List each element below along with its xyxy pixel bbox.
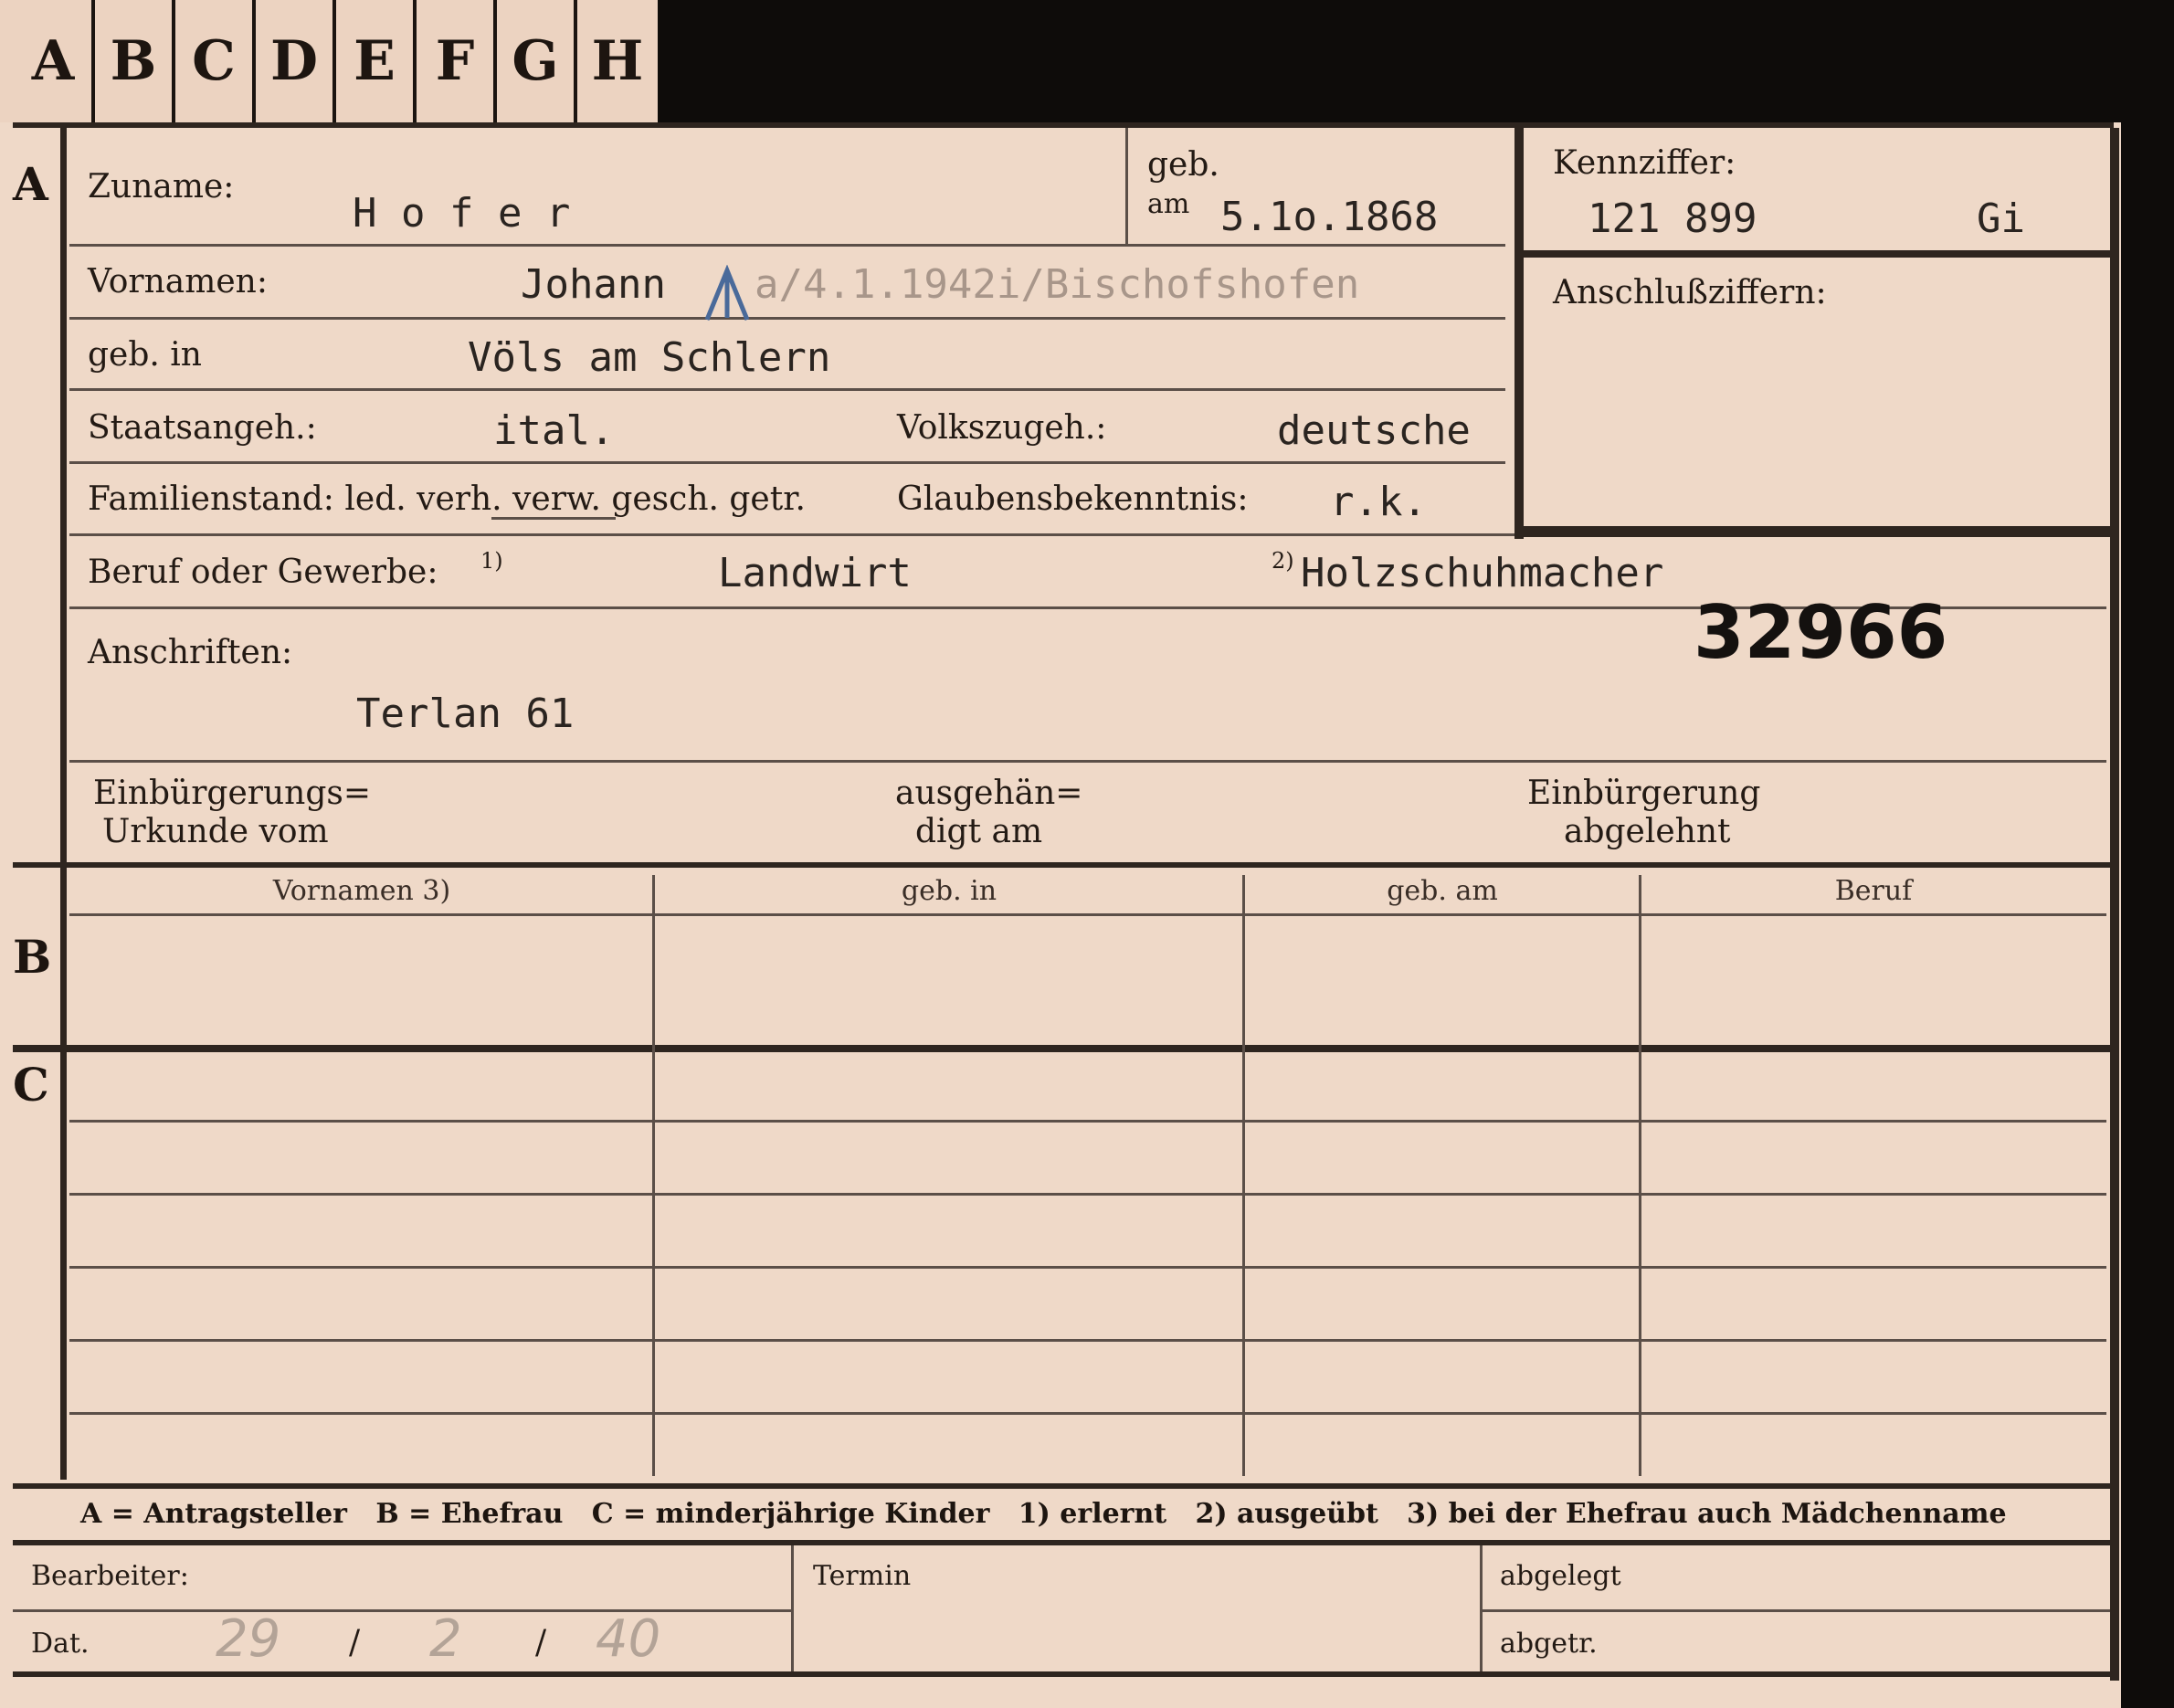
einbuergerung-label-2: Urkunde vom	[102, 813, 329, 850]
geb-in-value: Völs am Schlern	[468, 334, 831, 381]
footer-divider	[791, 1545, 794, 1673]
date-sep-1: /	[349, 1624, 361, 1661]
footer-line	[13, 1609, 791, 1612]
frame-right	[2110, 128, 2119, 1681]
staatsangeh-value: ital.	[493, 407, 615, 454]
row-line	[69, 760, 2106, 763]
col-divider	[652, 875, 655, 1476]
frame-top	[13, 122, 2114, 128]
date-sep-2: /	[535, 1624, 547, 1661]
table-row	[69, 1120, 2106, 1123]
anschlussziffern-label: Anschlußziffern:	[1553, 274, 1827, 311]
stamp-number: 32966	[1694, 590, 1948, 675]
geb-label: geb.	[1147, 146, 1219, 184]
header-line	[69, 913, 2106, 916]
ausgehaendigt-label-1: ausgehän=	[895, 775, 1083, 812]
verw-underline	[491, 517, 616, 520]
section-b-top	[13, 862, 2114, 868]
kennziffer-suffix: Gi	[1977, 195, 2025, 242]
kennziffer-value: 121 899	[1588, 195, 1757, 242]
date-day: 29	[216, 1609, 281, 1669]
termin-label: Termin	[813, 1560, 912, 1592]
table-row	[69, 1266, 2106, 1269]
kennziffer-box-bottom	[1514, 526, 2110, 537]
table-row	[69, 1193, 2106, 1196]
col-divider	[1639, 875, 1641, 1476]
abgelegt-label: abgelegt	[1500, 1560, 1621, 1592]
abgelehnt-label-2: abgelehnt	[1564, 813, 1731, 850]
col-divider	[1242, 875, 1245, 1476]
staatsangeh-label: Staatsangeh.:	[88, 409, 317, 447]
zuname-value: H o f e r	[353, 190, 571, 237]
tab-c[interactable]: C	[175, 0, 256, 122]
row-line	[69, 244, 1505, 247]
section-b-letter: B	[13, 930, 52, 984]
col-header-vornamen: Vornamen 3)	[272, 875, 451, 907]
tab-b[interactable]: B	[95, 0, 175, 122]
col-header-geb-am: geb. am	[1387, 875, 1498, 907]
volkszugeh-label: Volkszugeh.:	[897, 409, 1107, 447]
geb-am-value: 5.1o.1868	[1220, 194, 1439, 240]
beruf2-value: Holzschuhmacher	[1301, 550, 1664, 596]
abgetr-label: abgetr.	[1500, 1628, 1598, 1660]
row-line	[69, 388, 1505, 391]
geb-in-label: geb. in	[88, 336, 202, 374]
kennziffer-label: Kennziffer:	[1553, 144, 1736, 182]
pen-mark-icon	[703, 264, 753, 327]
beruf-note2: 2)	[1272, 548, 1294, 574]
vornamen-value: Johann	[521, 261, 666, 308]
zuname-label: Zuname:	[88, 168, 235, 206]
familienstand-label: Familienstand: led. verh. verw. gesch. g…	[88, 480, 806, 518]
tab-e[interactable]: E	[336, 0, 417, 122]
geb-divider	[1125, 128, 1128, 245]
margin-line	[60, 128, 67, 1480]
date-year: 40	[596, 1609, 661, 1669]
anschrift-value: Terlan 61	[356, 691, 575, 737]
frame-bottom	[13, 1671, 2114, 1677]
beruf1-value: Landwirt	[718, 550, 912, 596]
tab-a[interactable]: A	[15, 0, 95, 122]
einbuergerung-label-1: Einbürgerungs=	[93, 775, 372, 812]
anschriften-label: Anschriften:	[88, 634, 293, 671]
tab-d[interactable]: D	[256, 0, 336, 122]
bearbeiter-label: Bearbeiter:	[31, 1560, 189, 1592]
date-month: 2	[429, 1609, 462, 1669]
table-row	[69, 1412, 2106, 1415]
am-label: am	[1147, 188, 1190, 220]
tab-g[interactable]: G	[497, 0, 577, 122]
dat-label: Dat.	[31, 1628, 90, 1660]
glaubensbekenntnis-label: Glaubensbekenntnis:	[897, 480, 1249, 518]
tab-h[interactable]: H	[577, 0, 658, 122]
col-header-geb-in: geb. in	[901, 875, 997, 907]
kennziffer-divider	[1514, 250, 2110, 258]
section-a-letter: A	[13, 157, 48, 211]
legend-top	[13, 1483, 2114, 1489]
section-c-top	[13, 1045, 2114, 1052]
tab-f[interactable]: F	[417, 0, 497, 122]
vornamen-label: Vornamen:	[88, 263, 268, 300]
table-row	[69, 1339, 2106, 1342]
row-line	[69, 317, 1505, 320]
glaubensbekenntnis-value: r.k.	[1330, 479, 1427, 525]
footer-line	[1482, 1609, 2110, 1612]
kennziffer-box-left	[1514, 128, 1524, 539]
section-c-letter: C	[13, 1058, 49, 1112]
abgelehnt-label-1: Einbürgerung	[1527, 775, 1761, 812]
legend: A = Antragsteller B = Ehefrau C = minder…	[80, 1498, 2007, 1530]
beruf-label: Beruf oder Gewerbe:	[88, 554, 438, 591]
vornamen-note: a/4.1.1942i/Bischofshofen	[755, 261, 1360, 308]
volkszugeh-value: deutsche	[1277, 407, 1471, 454]
legend-bottom	[13, 1540, 2114, 1545]
index-tab-strip: A B C D E F G H	[0, 0, 658, 122]
ausgehaendigt-label-2: digt am	[915, 813, 1043, 850]
col-header-beruf: Beruf	[1834, 875, 1913, 907]
beruf-note1: 1)	[480, 548, 503, 574]
row-line	[69, 461, 1505, 464]
